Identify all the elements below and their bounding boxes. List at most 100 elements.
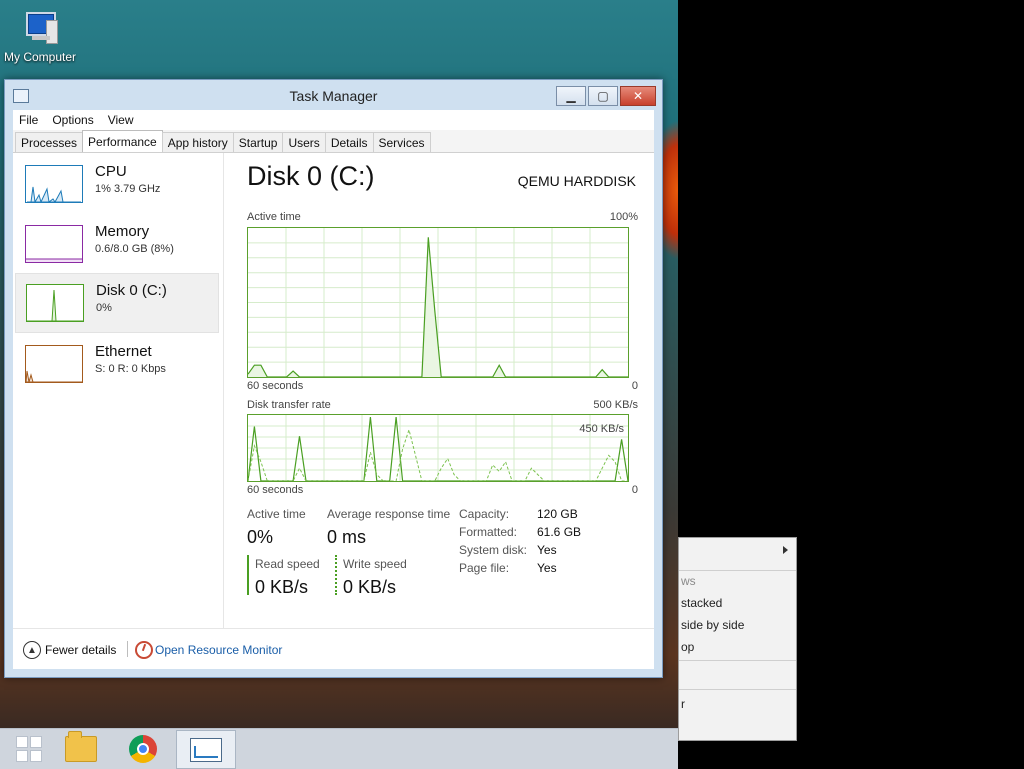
resource-value: S: 0 R: 0 Kbps [95, 363, 166, 375]
start-button[interactable] [0, 729, 58, 769]
active-time-graph [247, 227, 629, 378]
taskbar-file-explorer[interactable] [52, 729, 110, 769]
read-speed-marker [247, 555, 249, 595]
resource-name: CPU [95, 163, 127, 180]
resource-item-memory[interactable]: Memory 0.6/8.0 GB (8%) [15, 215, 217, 273]
window-client: File Options View Processes Performance … [13, 110, 654, 669]
context-menu-item-lock-taskbar[interactable]: r [679, 694, 798, 714]
resource-list: CPU 1% 3.79 GHz Memory 0.6/8.0 GB (8%) D… [13, 153, 224, 629]
tab-processes[interactable]: Processes [15, 132, 84, 152]
close-button[interactable]: ✕ [620, 86, 656, 106]
context-menu-separator [679, 660, 796, 661]
resource-value: 0% [96, 302, 112, 314]
transfer-rate-graph: 450 KB/s [247, 414, 629, 482]
disk-model: QEMU HARDDISK [517, 173, 636, 189]
tab-performance[interactable]: Performance [82, 130, 163, 152]
chevron-right-icon [783, 546, 788, 554]
resource-name: Memory [95, 223, 150, 240]
read-speed-label: Read speed [255, 557, 320, 571]
capacity-value: 120 GB [537, 507, 578, 521]
formatted-value: 61.6 GB [537, 525, 582, 539]
context-menu-item-cascade[interactable]: ws [679, 571, 798, 591]
detail-title: Disk 0 (C:) [247, 161, 375, 191]
read-speed-value: 0 KB/s [255, 577, 309, 597]
formatted-label: Formatted: [459, 525, 518, 539]
system-disk-value: Yes [537, 543, 557, 557]
write-speed-value: 0 KB/s [343, 577, 397, 597]
maximize-icon: ▢ [597, 89, 609, 103]
context-menu-item-task-manager[interactable] [679, 666, 798, 686]
tab-app-history[interactable]: App history [161, 132, 234, 152]
resource-value: 1% 3.79 GHz [95, 183, 161, 195]
task-manager-window: Task Manager ▁ ▢ ✕ File Options View Pro… [4, 79, 663, 678]
transfer-rate-chart [248, 415, 628, 481]
fewer-details-button[interactable]: Fewer details [45, 643, 116, 657]
taskbar [0, 728, 678, 769]
desktop-icon-label: My Computer [3, 50, 77, 64]
page-file-label: Page file: [459, 561, 510, 575]
footer-divider [127, 641, 128, 657]
tab-strip: Processes Performance App history Startu… [13, 130, 654, 153]
resource-item-ethernet[interactable]: Ethernet S: 0 R: 0 Kbps [15, 335, 217, 393]
cpu-thumbnail [25, 165, 83, 203]
taskbar-context-menu: ws stacked side by side op r [678, 537, 797, 741]
context-menu-separator [679, 689, 796, 690]
memory-thumbnail [25, 225, 83, 263]
transfer-graph-inner-label: 450 KB/s [579, 423, 624, 435]
taskbar-chrome[interactable] [114, 729, 172, 769]
close-icon: ✕ [632, 89, 644, 103]
active-time-chart [248, 228, 628, 377]
resource-value: 0.6/8.0 GB (8%) [95, 243, 174, 255]
disk-detail-pane: Disk 0 (C:) QEMU HARDDISK Active time 10… [245, 153, 638, 629]
context-menu-item-stacked[interactable]: stacked [679, 593, 798, 613]
response-time-value: 0 ms [327, 527, 367, 547]
active-time-value: 0% [247, 527, 274, 547]
menu-view[interactable]: View [108, 113, 134, 127]
task-manager-icon [190, 737, 222, 762]
maximize-button[interactable]: ▢ [588, 86, 618, 106]
menu-file[interactable]: File [19, 113, 38, 127]
system-disk-label: System disk: [459, 543, 528, 557]
desktop-icon-my-computer[interactable]: My Computer [2, 10, 78, 64]
active-time-graph-start: 60 seconds [247, 380, 304, 392]
tab-services[interactable]: Services [372, 132, 431, 152]
resource-name: Ethernet [95, 343, 152, 360]
capacity-label: Capacity: [459, 507, 510, 521]
resource-monitor-icon [135, 641, 153, 659]
resource-item-cpu[interactable]: CPU 1% 3.79 GHz [15, 155, 217, 213]
menu-options[interactable]: Options [52, 113, 93, 127]
context-menu-item-toolbars[interactable] [679, 540, 798, 560]
disk-stats: Active time 0% Average response time 0 m… [247, 495, 638, 615]
response-time-label: Average response time [327, 507, 451, 521]
active-time-graph-end: 0 [631, 380, 638, 392]
transfer-graph-max: 500 KB/s [593, 399, 638, 411]
disk-thumbnail [26, 284, 84, 322]
resource-name: Disk 0 (C:) [96, 282, 167, 299]
taskbar-task-manager[interactable] [176, 730, 236, 769]
context-menu-item-side-by-side[interactable]: side by side [679, 615, 798, 635]
menu-bar: File Options View [13, 110, 654, 130]
active-time-label: Active time [247, 507, 306, 521]
title-bar[interactable]: Task Manager ▁ ▢ ✕ [5, 80, 662, 110]
write-speed-marker [335, 555, 337, 595]
footer-bar: ▲ Fewer details Open Resource Monitor [13, 628, 654, 669]
computer-icon [20, 10, 60, 46]
folder-icon [65, 731, 97, 762]
tab-startup[interactable]: Startup [232, 132, 284, 152]
active-time-graph-label: Active time [247, 211, 301, 223]
page-file-value: Yes [537, 561, 557, 575]
chevron-up-icon[interactable]: ▲ [23, 641, 41, 659]
chrome-icon [129, 735, 157, 763]
transfer-graph-label: Disk transfer rate [247, 399, 331, 411]
windows-logo-icon [16, 736, 42, 762]
minimize-button[interactable]: ▁ [556, 86, 586, 106]
tab-users[interactable]: Users [282, 132, 326, 152]
open-resource-monitor-link[interactable]: Open Resource Monitor [155, 643, 282, 657]
active-time-graph-max: 100% [609, 211, 638, 223]
write-speed-label: Write speed [343, 557, 407, 571]
ethernet-thumbnail [25, 345, 83, 383]
tab-details[interactable]: Details [324, 132, 374, 152]
resource-item-disk[interactable]: Disk 0 (C:) 0% [15, 273, 219, 333]
context-menu-item-show-desktop[interactable]: op [679, 637, 798, 657]
performance-content: CPU 1% 3.79 GHz Memory 0.6/8.0 GB (8%) D… [13, 153, 654, 629]
